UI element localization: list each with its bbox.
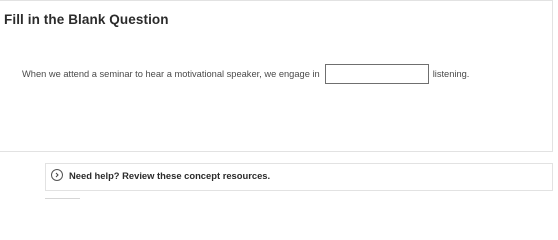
blank-answer-input[interactable] [324,64,429,84]
page: Fill in the Blank Question When we atten… [0,0,558,201]
question-sentence: When we attend a seminar to hear a motiv… [22,63,469,85]
question-card: Fill in the Blank Question When we atten… [0,0,553,152]
divider [45,198,80,199]
question-text-before: When we attend a seminar to hear a motiv… [22,69,320,79]
help-resources-toggle[interactable]: Need help? Review these concept resource… [51,169,270,181]
help-resources-label: Need help? Review these concept resource… [69,169,271,181]
question-text-after: listening. [432,69,470,79]
question-title: Fill in the Blank Question [4,12,169,27]
chevron-right-circle-icon [51,169,63,181]
help-resources-bar: Need help? Review these concept resource… [45,163,553,191]
